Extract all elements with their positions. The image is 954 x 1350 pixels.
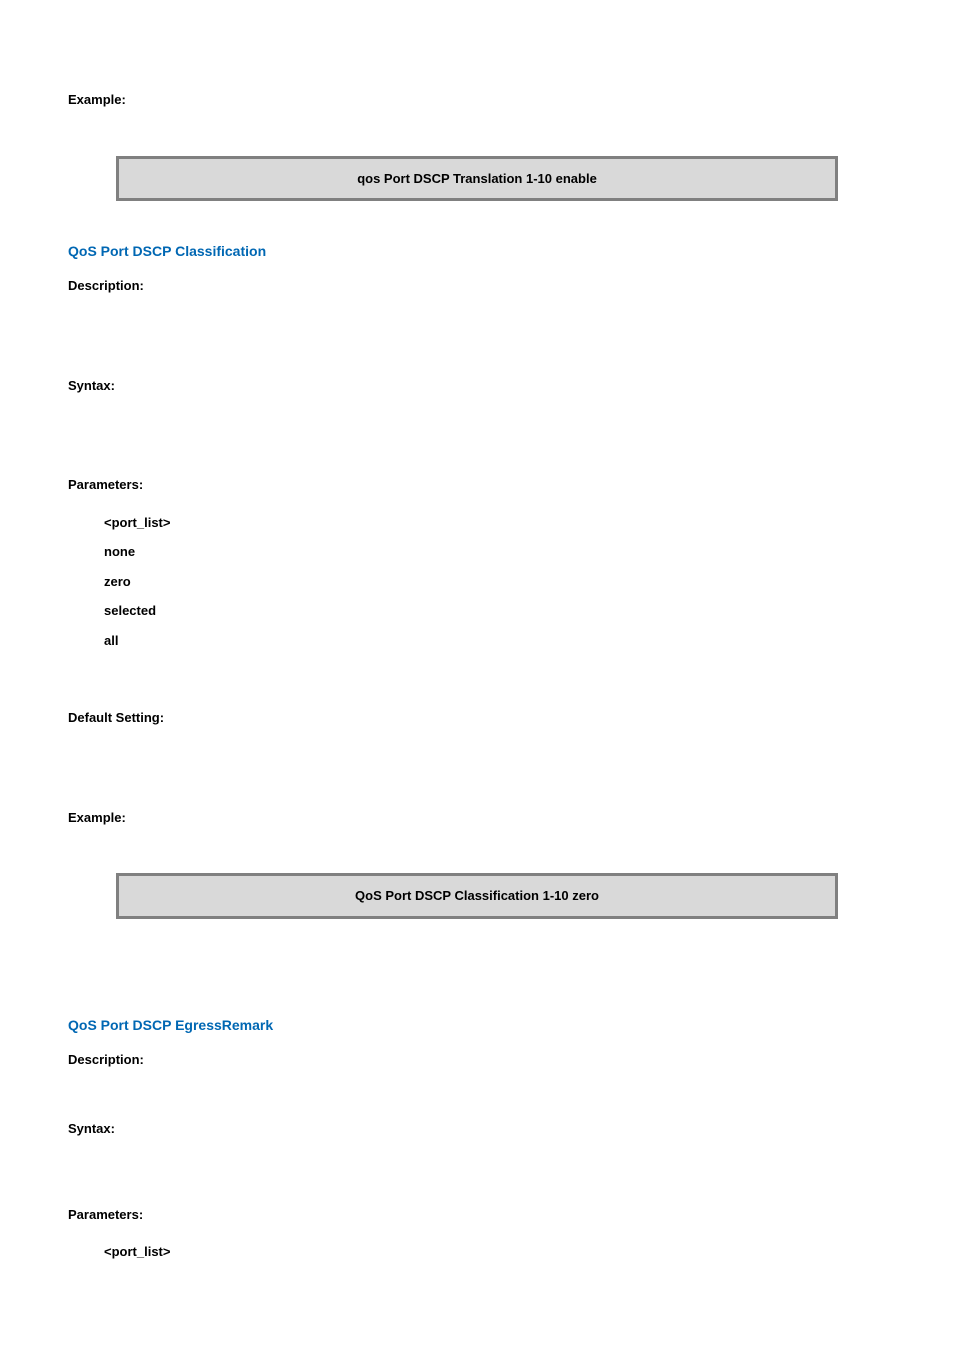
code-box-1: qos Port DSCP Translation 1-10 enable: [116, 156, 838, 202]
param-selected: selected: [104, 601, 886, 621]
code-box-2: QoS Port DSCP Classification 1-10 zero: [116, 873, 838, 919]
parameters-label-2: Parameters:: [68, 1205, 886, 1225]
param-port-list-2: <port_list>: [104, 1242, 886, 1262]
param-all: all: [104, 631, 886, 651]
document-page: Example: qos Port DSCP Translation 1-10 …: [0, 0, 954, 1312]
example-label-top: Example:: [68, 90, 886, 110]
section-title-classification: QoS Port DSCP Classification: [68, 241, 886, 262]
param-list-1: <port_list> none zero selected all: [104, 513, 886, 651]
param-port-list: <port_list>: [104, 513, 886, 533]
default-setting-label: Default Setting:: [68, 708, 886, 728]
parameters-label-1: Parameters:: [68, 475, 886, 495]
param-list-2: <port_list>: [104, 1242, 886, 1262]
syntax-label-1: Syntax:: [68, 376, 886, 396]
section-title-egressremark: QoS Port DSCP EgressRemark: [68, 1015, 886, 1036]
description-label-2: Description:: [68, 1050, 886, 1070]
description-label-1: Description:: [68, 276, 886, 296]
param-zero: zero: [104, 572, 886, 592]
syntax-label-2: Syntax:: [68, 1119, 886, 1139]
param-none: none: [104, 542, 886, 562]
example-label-1: Example:: [68, 808, 886, 828]
